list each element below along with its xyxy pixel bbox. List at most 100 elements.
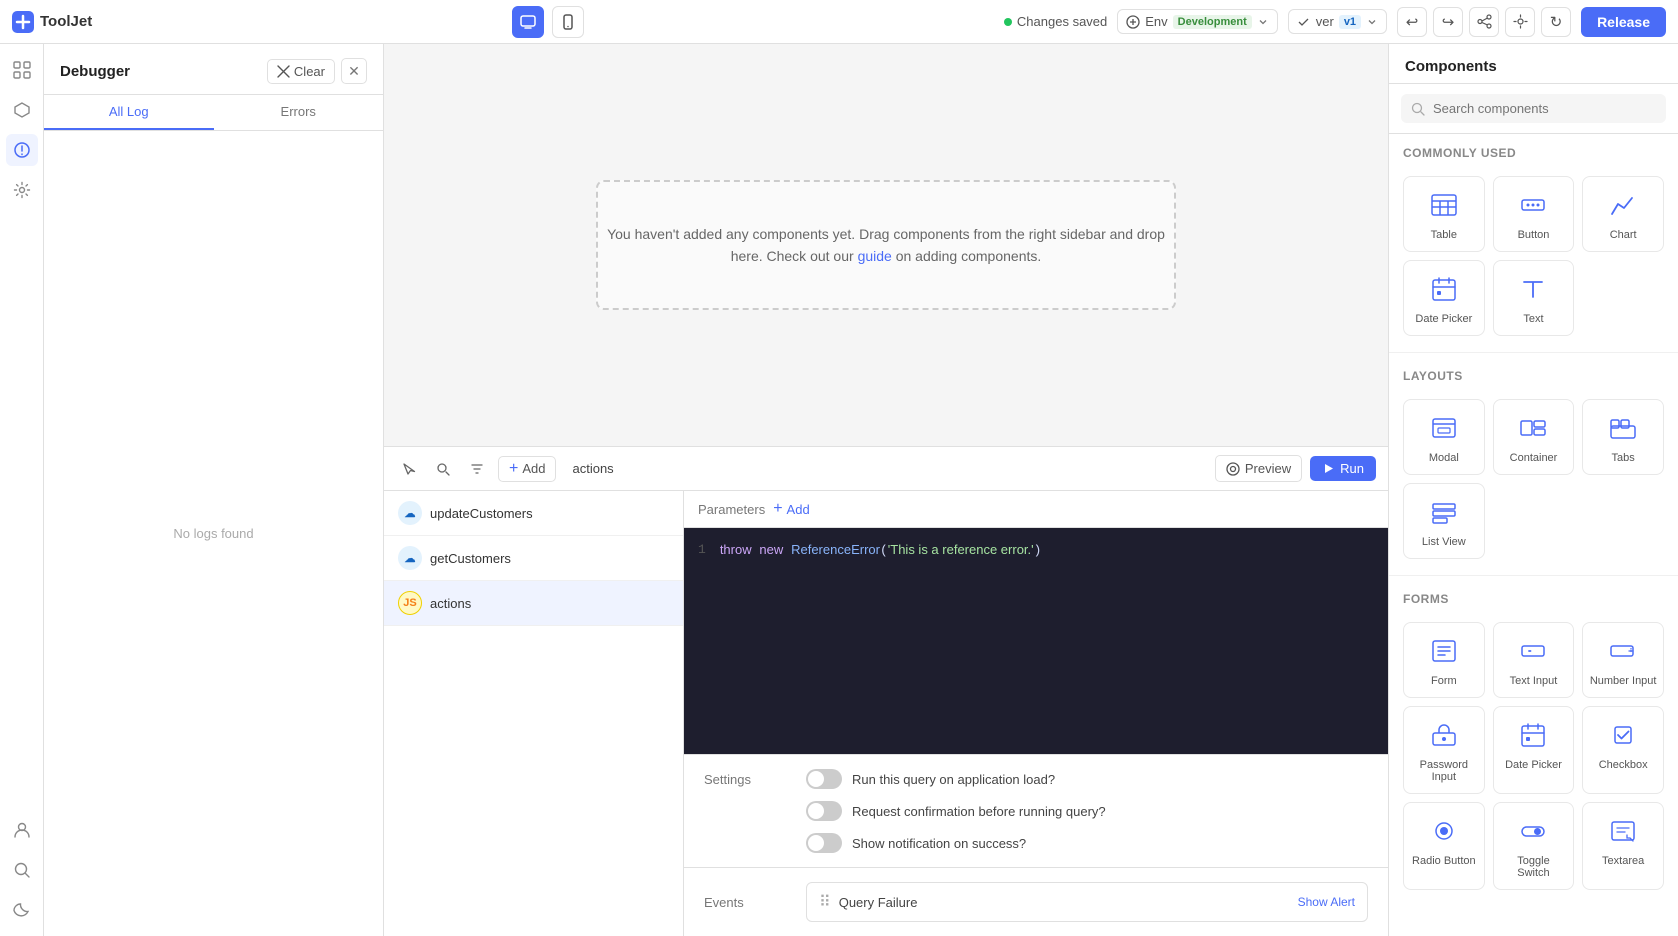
modal-icon <box>1426 410 1462 446</box>
textinput-label: Text Input <box>1510 675 1558 687</box>
center-area: You haven't added any components yet. Dr… <box>384 44 1388 936</box>
toggle-2[interactable] <box>806 801 842 821</box>
component-toggle[interactable]: Toggle Switch <box>1493 802 1575 890</box>
component-modal[interactable]: Modal <box>1403 399 1485 475</box>
query-icon-cloud: ☁ <box>398 501 422 525</box>
events-label: Events <box>704 895 794 910</box>
query-item-name: actions <box>430 596 471 611</box>
query-add-btn[interactable]: + Add <box>498 456 556 482</box>
event-name: Query Failure <box>839 895 918 910</box>
desktop-view-btn[interactable] <box>512 6 544 38</box>
component-radio[interactable]: Radio Button <box>1403 802 1485 890</box>
tool-search[interactable] <box>430 456 456 482</box>
debugger-header: Debugger Clear ✕ <box>44 44 383 95</box>
settings-text-2: Request confirmation before running quer… <box>852 804 1106 819</box>
textarea-icon <box>1605 813 1641 849</box>
env-label: Env <box>1145 14 1167 29</box>
mobile-view-btn[interactable] <box>552 6 584 38</box>
drag-handle-icon[interactable]: ⠿ <box>819 892 831 912</box>
tab-all-log[interactable]: All Log <box>44 95 214 130</box>
redo-btn[interactable]: ↪ <box>1433 7 1463 37</box>
undo-btn[interactable]: ↩ <box>1397 7 1427 37</box>
tab-errors[interactable]: Errors <box>214 95 384 130</box>
query-item-active[interactable]: JS actions <box>384 581 683 626</box>
component-textinput[interactable]: Text Input <box>1493 622 1575 698</box>
settings-btn[interactable] <box>1505 7 1535 37</box>
preview-btn[interactable]: Preview <box>1215 455 1302 482</box>
toggle-3[interactable] <box>806 833 842 853</box>
tool-cursor[interactable] <box>396 456 422 482</box>
query-editor: Parameters + Add 1 throw new ReferenceEr… <box>684 491 1388 936</box>
event-action[interactable]: Show Alert <box>1298 895 1355 909</box>
left-icon-debug[interactable] <box>6 134 38 166</box>
query-tools <box>396 456 490 482</box>
component-datepicker[interactable]: Date Picker <box>1403 260 1485 336</box>
guide-link[interactable]: guide <box>858 248 892 264</box>
button-icon <box>1515 187 1551 223</box>
form-icon <box>1426 633 1462 669</box>
toggle-1[interactable] <box>806 769 842 789</box>
component-text[interactable]: Text <box>1493 260 1575 336</box>
search-input[interactable] <box>1433 101 1656 116</box>
component-numberinput[interactable]: Number Input <box>1582 622 1664 698</box>
query-panel: + Add actions Preview Run <box>384 446 1388 936</box>
query-content: ☁ updateCustomers ☁ getCustomers JS acti… <box>384 491 1388 936</box>
component-form[interactable]: Form <box>1403 622 1485 698</box>
radio-icon <box>1426 813 1462 849</box>
status-text: Changes saved <box>1017 14 1107 29</box>
refresh-btn[interactable]: ↻ <box>1541 7 1571 37</box>
tool-filter[interactable] <box>464 456 490 482</box>
component-passwordinput[interactable]: Password Input <box>1403 706 1485 794</box>
left-icon-apps[interactable] <box>6 54 38 86</box>
release-button[interactable]: Release <box>1581 7 1666 37</box>
canvas-placeholder: You haven't added any components yet. Dr… <box>596 180 1176 310</box>
left-icon-gear[interactable] <box>6 174 38 206</box>
query-item-name: updateCustomers <box>430 506 533 521</box>
params-add-btn[interactable]: + Add <box>773 501 809 517</box>
passwordinput-icon <box>1426 717 1462 753</box>
debugger-close-btn[interactable]: ✕ <box>341 58 367 84</box>
env-selector[interactable]: Env Development <box>1117 9 1277 34</box>
component-chart[interactable]: Chart <box>1582 176 1664 252</box>
debugger-clear-btn[interactable]: Clear <box>267 59 335 84</box>
component-datepicker2[interactable]: Date Picker <box>1493 706 1575 794</box>
modal-label: Modal <box>1429 452 1459 464</box>
share-btn[interactable] <box>1469 7 1499 37</box>
settings-row: Settings Run this query on application l… <box>704 769 1368 789</box>
left-icon-components[interactable] <box>6 94 38 126</box>
components-header: Components <box>1389 44 1678 84</box>
component-button[interactable]: Button <box>1493 176 1575 252</box>
left-icon-moon[interactable] <box>6 894 38 926</box>
section-forms: Forms <box>1389 580 1678 622</box>
component-listview[interactable]: List View <box>1403 483 1485 559</box>
component-textarea[interactable]: Textarea <box>1582 802 1664 890</box>
left-icon-search[interactable] <box>6 854 38 886</box>
query-item[interactable]: ☁ updateCustomers <box>384 491 683 536</box>
settings-label: Settings <box>704 772 794 787</box>
commonly-used-grid: Table Button Chart Date Picker <box>1389 176 1678 348</box>
table-icon <box>1426 187 1462 223</box>
datepicker2-label: Date Picker <box>1505 759 1562 771</box>
run-btn[interactable]: Run <box>1310 456 1376 481</box>
logo-icon <box>12 11 34 33</box>
query-item-name: getCustomers <box>430 551 511 566</box>
component-container[interactable]: Container <box>1493 399 1575 475</box>
radio-label: Radio Button <box>1412 855 1476 867</box>
search-icon <box>1411 102 1425 116</box>
version-selector[interactable]: ver v1 <box>1288 9 1387 34</box>
component-table[interactable]: Table <box>1403 176 1485 252</box>
component-tabs[interactable]: Tabs <box>1582 399 1664 475</box>
component-checkbox[interactable]: Checkbox <box>1582 706 1664 794</box>
form-label: Form <box>1431 675 1457 687</box>
add-icon: + <box>509 461 518 477</box>
layouts-grid: Modal Container Tabs List View <box>1389 399 1678 571</box>
left-icon-user[interactable] <box>6 814 38 846</box>
query-item[interactable]: ☁ getCustomers <box>384 536 683 581</box>
section-title-commonly-used: Commonly Used <box>1403 146 1664 160</box>
datepicker2-icon <box>1515 717 1551 753</box>
query-name: actions <box>572 461 1206 476</box>
ver-chevron <box>1366 16 1378 28</box>
code-editor[interactable]: 1 throw new ReferenceError('This is a re… <box>684 528 1388 754</box>
textinput-icon <box>1515 633 1551 669</box>
toggle-label: Toggle Switch <box>1500 855 1568 879</box>
